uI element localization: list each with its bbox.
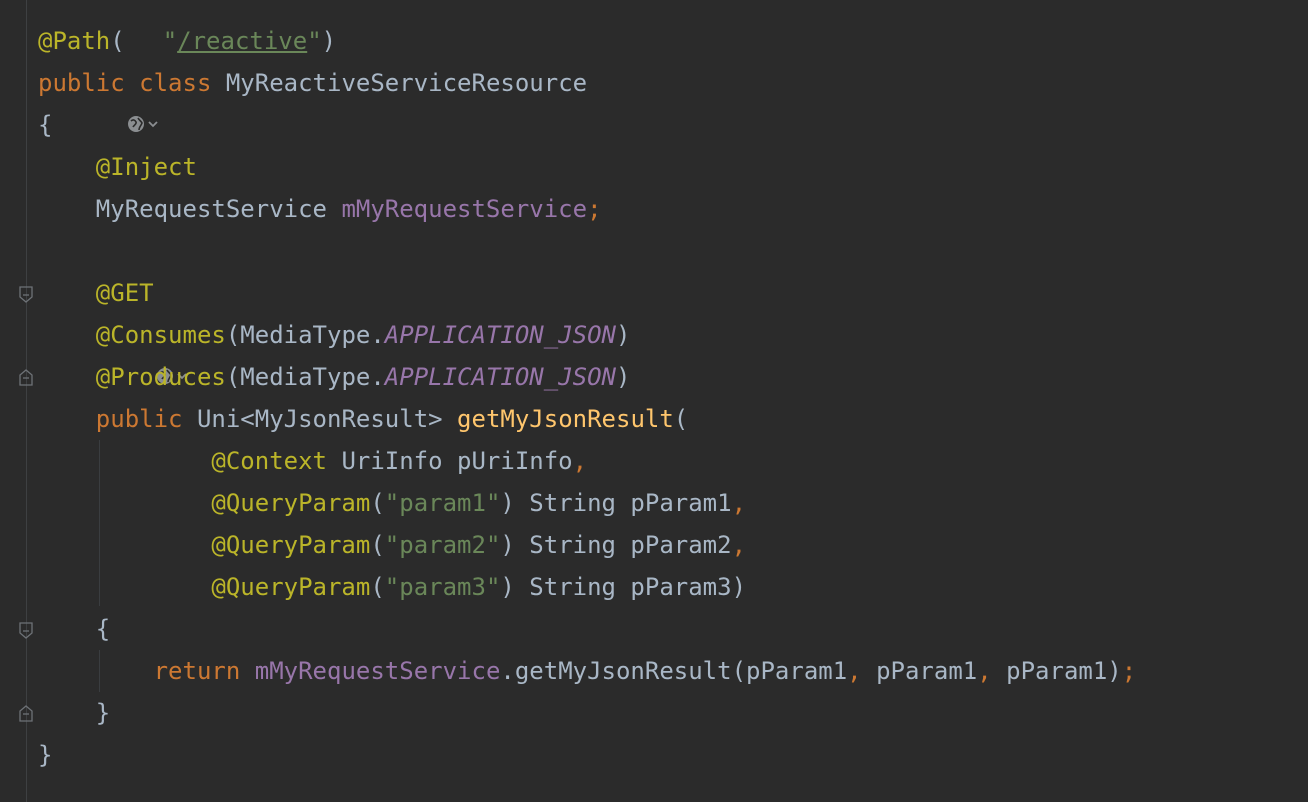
code-token: } [95,699,111,727]
code-token: @QueryParam [211,573,371,601]
code-token: @QueryParam [211,489,371,517]
code-token: ) String pParam1 [500,489,732,517]
fold-open-icon[interactable] [18,622,34,640]
code-token: , [731,531,747,559]
code-line[interactable]: @Inject [38,146,197,188]
code-token: @GET [95,279,154,307]
code-token: "param2" [384,531,501,559]
code-token: , [572,447,588,475]
code-token: @Context [211,447,342,475]
code-token: , [731,489,747,517]
code-line[interactable]: public class MyReactiveServiceResource [38,62,587,104]
fold-open-icon[interactable] [18,286,34,304]
fold-close-icon[interactable] [18,704,34,722]
code-token: APPLICATION_JSON [384,321,616,349]
code-token: UriInfo pUriInfo [341,447,573,475]
code-token: , [977,657,1007,685]
code-token: public [95,405,197,433]
code-token: ( [370,531,385,559]
code-token: APPLICATION_JSON [384,363,616,391]
code-token: ; [587,195,602,223]
code-token: ) [615,363,631,391]
code-token: @Inject [95,153,197,181]
code-token: mMyRequestService [341,195,588,223]
code-line[interactable]: } [38,734,52,776]
code-token: pParam1 [876,657,978,685]
code-token: ) String pParam3) [500,573,747,601]
code-line[interactable]: MyRequestService mMyRequestService; [38,188,602,230]
code-line[interactable]: @GET [38,272,192,384]
code-line[interactable]: @QueryParam("param1") String pParam1, [38,482,746,524]
code-line[interactable]: @Path( "/reactive") [38,20,337,132]
code-editor[interactable]: @Path( "/reactive") public class MyReacti… [0,0,1308,802]
code-token: public [38,69,140,97]
code-token: (MediaType. [225,321,385,349]
code-line[interactable]: } [38,692,110,734]
code-token: MyReactiveServiceResource [225,69,588,97]
code-line[interactable]: @Context UriInfo pUriInfo, [38,440,587,482]
code-token: pParam1) [1006,657,1122,685]
code-line[interactable]: @Produces(MediaType.APPLICATION_JSON) [38,356,631,398]
code-line[interactable]: { [38,608,110,650]
globe-icon[interactable] [125,28,163,132]
code-token: , [847,657,877,685]
code-token: MyRequestService [95,195,342,223]
code-token: ) [615,321,631,349]
code-line[interactable]: { [38,104,52,146]
code-token: return [153,657,255,685]
code-token: } [38,741,53,769]
globe-icon[interactable] [154,280,192,384]
code-line[interactable]: @QueryParam("param2") String pParam2, [38,524,746,566]
code-token: "param3" [384,573,501,601]
code-line[interactable]: @QueryParam("param3") String pParam3) [38,566,746,608]
fold-close-icon[interactable] [18,368,34,386]
code-token: ) String pParam2 [500,531,732,559]
gutter-divider [26,0,27,802]
code-token: mMyRequestService [254,657,501,685]
code-token: " [307,27,322,55]
code-token: { [38,111,53,139]
code-token: @Path [38,27,111,55]
code-token: ( [370,573,385,601]
code-token: @Produces [95,363,226,391]
code-line[interactable]: public Uni<MyJsonResult> getMyJsonResult… [38,398,688,440]
code-token: "param1" [384,489,501,517]
code-token: ) [321,27,337,55]
code-token: " [162,27,178,55]
code-token: { [95,615,111,643]
code-line[interactable]: @Consumes(MediaType.APPLICATION_JSON) [38,314,631,356]
code-token: .getMyJsonResult(pParam1 [500,657,848,685]
code-token: ( [673,405,689,433]
code-token: Uni<MyJsonResult> [196,405,458,433]
code-token: getMyJsonResult [457,405,674,433]
code-token: class [139,69,226,97]
code-token: ; [1121,657,1137,685]
code-token: ( [110,27,125,55]
code-token: ( [370,489,385,517]
code-token: (MediaType. [225,363,385,391]
code-token: @QueryParam [211,531,371,559]
code-token: /reactive [177,27,308,55]
code-token: @Consumes [95,321,226,349]
code-line[interactable]: return mMyRequestService.getMyJsonResult… [38,650,1137,692]
